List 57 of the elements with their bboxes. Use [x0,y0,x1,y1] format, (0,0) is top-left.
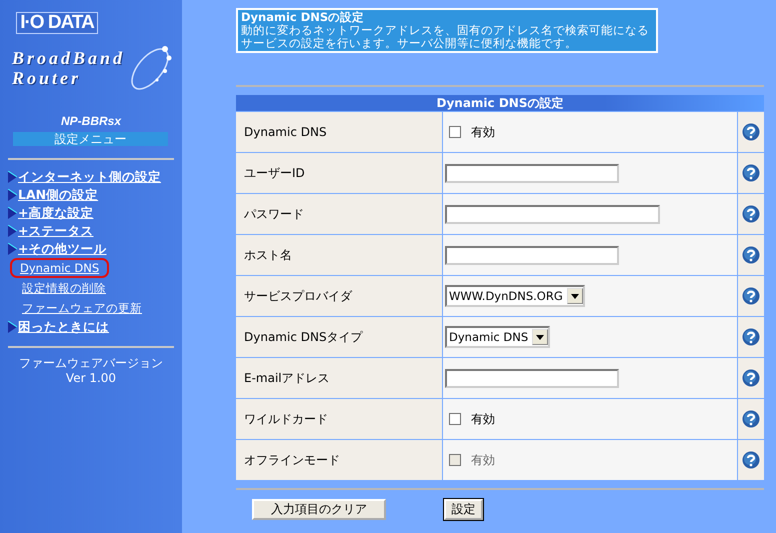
firmware-label: ファームウェアバージョン [18,356,164,371]
checkbox[interactable] [449,126,461,138]
help-icon[interactable] [742,287,760,305]
field-label: パスワード [236,194,442,234]
checkbox-label: 有効 [471,410,495,428]
menu-link[interactable]: LAN側の設定 [18,186,98,204]
menu-title: 設定メニュー [13,132,168,146]
menu-link[interactable]: +その他ツール [18,240,106,258]
triangle-icon [8,189,17,201]
model-name: NP-BBRsx [60,114,122,128]
form-button[interactable]: 入力項目のクリア [252,499,386,520]
field-label: オフラインモード [236,440,442,480]
submenu-link[interactable]: Dynamic DNS [10,258,110,278]
field-label: サービスプロバイダ [236,276,442,316]
help-icon[interactable] [742,123,760,141]
input-field[interactable] [445,246,619,264]
help-icon[interactable] [742,369,760,387]
triangle-icon [8,171,17,183]
triangle-icon [8,207,17,219]
caret-icon [536,334,544,340]
checkbox-label: 有効 [471,124,495,140]
select-field[interactable]: WWW.DynDNS.ORG [445,285,585,307]
input-field[interactable] [445,368,619,388]
select-field[interactable]: Dynamic DNS [445,326,550,348]
brand-logo: I·O DATA [16,12,98,34]
menu-link[interactable]: 困ったときには [18,318,109,336]
info-description: 動的に変わるネットワークアドレスを、固有のアドレス名で検索可能になるサービスの設定を行います。サーバ公開等に便利な機能です。 [241,24,650,50]
checkbox-label: 有効 [471,452,495,468]
menu-link[interactable]: +高度な設定 [18,204,94,222]
help-icon[interactable] [742,328,760,346]
field-label: ワイルドカード [236,399,442,439]
info-title: Dynamic DNSの設定 [241,11,366,24]
help-icon[interactable] [742,246,760,264]
field-label: E-mailアドレス [236,358,442,398]
help-icon[interactable] [742,164,760,182]
triangle-icon [8,243,17,255]
field-label: ホスト名 [236,235,442,275]
caret-icon [570,294,579,298]
form-button[interactable]: 設定 [444,499,483,520]
product-logo: BroadBand Router [12,48,126,88]
firmware-version: Ver 1.00 [64,371,118,386]
triangle-icon [8,225,17,237]
triangle-icon [8,321,17,333]
help-icon[interactable] [742,410,760,428]
help-icon[interactable] [742,205,760,223]
submenu-link[interactable]: 設定情報の削除 [12,278,116,298]
input-field[interactable] [445,164,619,182]
menu-link[interactable]: インターネット側の設定 [18,168,161,186]
password-field[interactable] [445,204,660,224]
submenu-link[interactable]: ファームウェアの更新 [12,298,152,318]
field-label: Dynamic DNS [236,112,442,152]
help-icon[interactable] [742,451,760,469]
checkbox[interactable] [449,413,461,425]
menu-link[interactable]: +ステータス [18,222,94,240]
field-label: Dynamic DNSタイプ [236,317,442,357]
field-label: ユーザーID [236,153,442,193]
table-header: Dynamic DNSの設定 [236,95,764,111]
